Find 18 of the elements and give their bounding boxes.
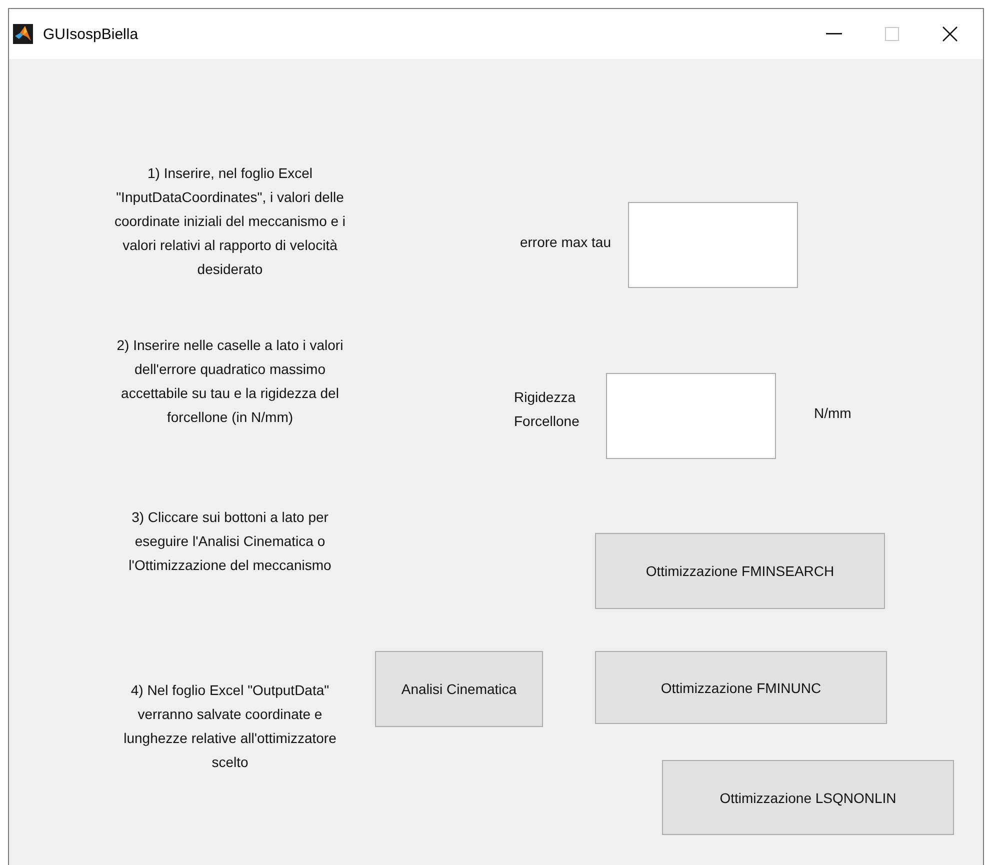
input-field[interactable] (606, 373, 776, 459)
action-button[interactable]: Ottimizzazione FMINUNC (595, 651, 887, 724)
instruction-text: 1) Inserire, nel foglio Excel "InputDataCoordinates", i valori delle coordinate iniziali del meccanismo e i valori relativi al rapporto di velocità desiderato (113, 164, 347, 279)
instruction-text: 4) Nel foglio Excel "OutputData" verranno salvate coordinate e lunghezze relative all'ottimizzatore scelto (122, 681, 338, 772)
maximize-icon[interactable] (885, 27, 899, 41)
action-button[interactable]: Ottimizzazione FMINSEARCH (595, 533, 885, 609)
action-button[interactable]: Ottimizzazione LSQNONLIN (662, 760, 954, 835)
input-field[interactable] (628, 202, 798, 288)
unit-label: N/mm (814, 404, 852, 423)
window-title: GUIsospBiella (43, 26, 140, 42)
minimize-icon[interactable] (826, 33, 842, 35)
field-label: Rigidezza Forcellone (514, 388, 580, 431)
instruction-text: 3) Cliccare sui bottoni a lato per eseguire l'Analisi Cinematica o l'Ottimizzazione del meccanismo (128, 508, 332, 575)
app-logo-icon (13, 24, 33, 44)
field-label: errore max tau (518, 233, 611, 252)
instruction-text: 2) Inserire nelle caselle a lato i valori dell'errore quadratico massimo accettabile su tau e la rigidezza del forcellone (in N/mm) (116, 336, 344, 427)
close-icon[interactable] (942, 26, 958, 42)
action-button[interactable]: Analisi Cinematica (375, 651, 543, 727)
